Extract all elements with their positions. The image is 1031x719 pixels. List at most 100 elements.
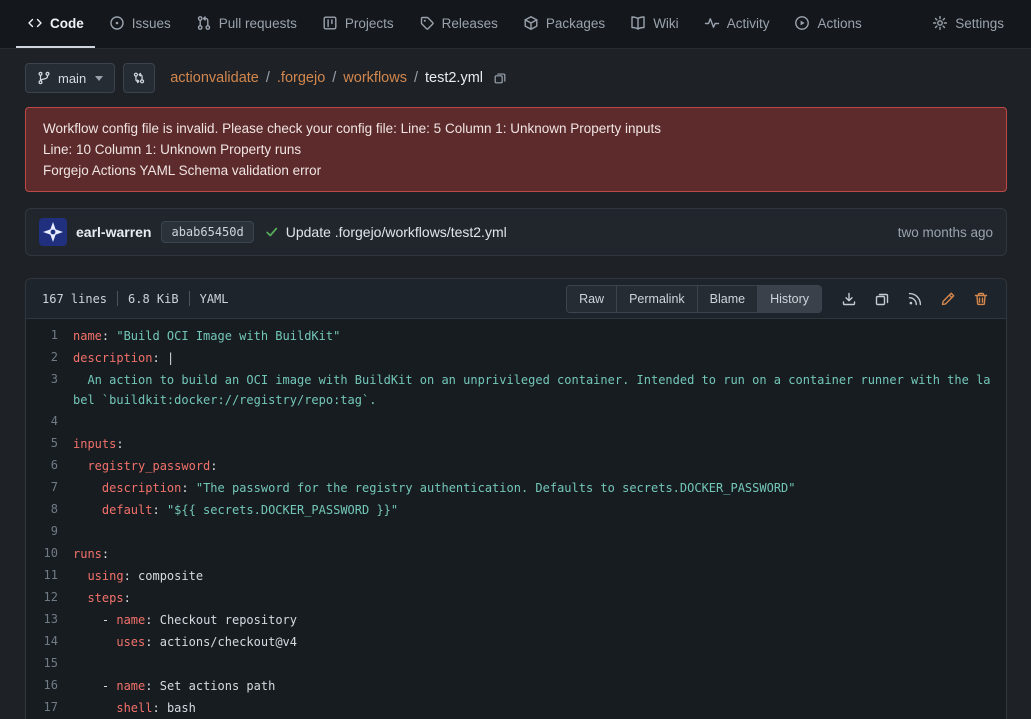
line-content: using: composite	[72, 565, 1006, 587]
line-content: description: |	[72, 347, 1006, 369]
line-content	[72, 411, 1006, 433]
raw-button[interactable]: Raw	[567, 286, 616, 312]
error-line: Forgejo Actions YAML Schema validation e…	[43, 160, 989, 181]
breadcrumb-dir-link[interactable]: .forgejo	[277, 70, 325, 86]
edit-file-button[interactable]	[933, 285, 963, 313]
line-number[interactable]: 13	[26, 609, 72, 631]
blame-button[interactable]: Blame	[697, 286, 757, 312]
copy-icon	[874, 291, 890, 307]
line-number[interactable]: 17	[26, 697, 72, 719]
tab-label: Packages	[546, 16, 605, 31]
copy-content-button[interactable]	[867, 285, 897, 313]
copy-icon	[493, 71, 507, 85]
tab-actions[interactable]: Actions	[783, 0, 872, 48]
commit-hash-link[interactable]: abab65450d	[161, 221, 253, 243]
code-line: 6 registry_password:	[26, 455, 1006, 477]
tab-issues[interactable]: Issues	[98, 0, 182, 48]
code-line: 3 An action to build an OCI image with B…	[26, 369, 1006, 411]
avatar[interactable]	[39, 218, 67, 246]
line-number[interactable]: 4	[26, 411, 72, 433]
breadcrumb-repo-link[interactable]: actionvalidate	[170, 70, 259, 86]
package-icon	[523, 15, 539, 31]
permalink-button[interactable]: Permalink	[616, 286, 697, 312]
breadcrumb-file-name: test2.yml	[425, 70, 483, 86]
code-line: 8 default: "${{ secrets.DOCKER_PASSWORD …	[26, 499, 1006, 521]
commit-time: two months ago	[898, 225, 993, 240]
line-content: - name: Checkout repository	[72, 609, 1006, 631]
compare-button[interactable]	[123, 63, 155, 93]
breadcrumb-separator: /	[332, 70, 336, 86]
line-content: registry_password:	[72, 455, 1006, 477]
file-view-panel: 167 lines 6.8 KiB YAML Raw Permalink Bla…	[25, 278, 1007, 719]
divider	[189, 291, 190, 306]
line-content: description: "The password for the regis…	[72, 477, 1006, 499]
commit-status-check-icon[interactable]	[265, 225, 279, 239]
breadcrumb: actionvalidate / .forgejo / workflows / …	[170, 70, 507, 86]
code-line: 12 steps:	[26, 587, 1006, 609]
tab-packages[interactable]: Packages	[512, 0, 616, 48]
line-number[interactable]: 1	[26, 325, 72, 347]
code-line: 11 using: composite	[26, 565, 1006, 587]
code-icon	[27, 15, 43, 31]
pulse-icon	[704, 15, 720, 31]
line-number[interactable]: 12	[26, 587, 72, 609]
history-button[interactable]: History	[757, 286, 821, 312]
code-line: 10runs:	[26, 543, 1006, 565]
code-line: 2description: |	[26, 347, 1006, 369]
code-line: 17 shell: bash	[26, 697, 1006, 719]
line-number[interactable]: 6	[26, 455, 72, 477]
line-number[interactable]: 3	[26, 369, 72, 411]
tab-label: Actions	[817, 16, 861, 31]
line-number[interactable]: 9	[26, 521, 72, 543]
commit-author-link[interactable]: earl-warren	[76, 224, 151, 240]
file-info: 167 lines 6.8 KiB YAML	[42, 291, 229, 306]
line-number[interactable]: 8	[26, 499, 72, 521]
commit-message-link[interactable]: Update .forgejo/workflows/test2.yml	[286, 224, 507, 240]
tab-code[interactable]: Code	[16, 0, 95, 48]
tab-label: Projects	[345, 16, 394, 31]
error-line: Line: 10 Column 1: Unknown Property runs	[43, 139, 989, 160]
tab-label: Code	[50, 16, 84, 31]
tab-releases[interactable]: Releases	[408, 0, 509, 48]
divider	[117, 291, 118, 306]
breadcrumb-dir-link[interactable]: workflows	[343, 70, 407, 86]
page-content: main actionvalidate / .forgejo / workflo…	[0, 49, 1031, 719]
copy-path-button[interactable]	[493, 71, 507, 85]
latest-commit-bar: earl-warren abab65450d Update .forgejo/w…	[25, 208, 1007, 256]
line-number[interactable]: 2	[26, 347, 72, 369]
line-number[interactable]: 11	[26, 565, 72, 587]
git-compare-icon	[132, 71, 146, 85]
code-line: 14 uses: actions/checkout@v4	[26, 631, 1006, 653]
edit-pencil-icon	[940, 291, 956, 307]
download-button[interactable]	[834, 285, 864, 313]
file-nav-row: main actionvalidate / .forgejo / workflo…	[25, 63, 1007, 93]
gear-icon	[932, 15, 948, 31]
breadcrumb-separator: /	[266, 70, 270, 86]
code-line: 7 description: "The password for the reg…	[26, 477, 1006, 499]
code-line: 9	[26, 521, 1006, 543]
tab-projects[interactable]: Projects	[311, 0, 405, 48]
project-icon	[322, 15, 338, 31]
line-content: steps:	[72, 587, 1006, 609]
branch-selector[interactable]: main	[25, 63, 115, 93]
line-number[interactable]: 14	[26, 631, 72, 653]
delete-file-button[interactable]	[966, 285, 996, 313]
line-number[interactable]: 7	[26, 477, 72, 499]
tab-label: Releases	[442, 16, 498, 31]
tab-activity[interactable]: Activity	[693, 0, 781, 48]
line-content: An action to build an OCI image with Bui…	[72, 369, 1006, 411]
line-number[interactable]: 10	[26, 543, 72, 565]
tab-pull-requests[interactable]: Pull requests	[185, 0, 308, 48]
line-number[interactable]: 16	[26, 675, 72, 697]
line-content	[72, 521, 1006, 543]
rss-feed-button[interactable]	[900, 285, 930, 313]
line-number[interactable]: 15	[26, 653, 72, 675]
code-table-body: 1name: "Build OCI Image with BuildKit"2d…	[26, 325, 1006, 719]
tab-wiki[interactable]: Wiki	[619, 0, 690, 48]
line-content: runs:	[72, 543, 1006, 565]
issue-icon	[109, 15, 125, 31]
line-number[interactable]: 5	[26, 433, 72, 455]
play-circle-icon	[794, 15, 810, 31]
tab-settings[interactable]: Settings	[921, 0, 1015, 48]
book-icon	[630, 15, 646, 31]
